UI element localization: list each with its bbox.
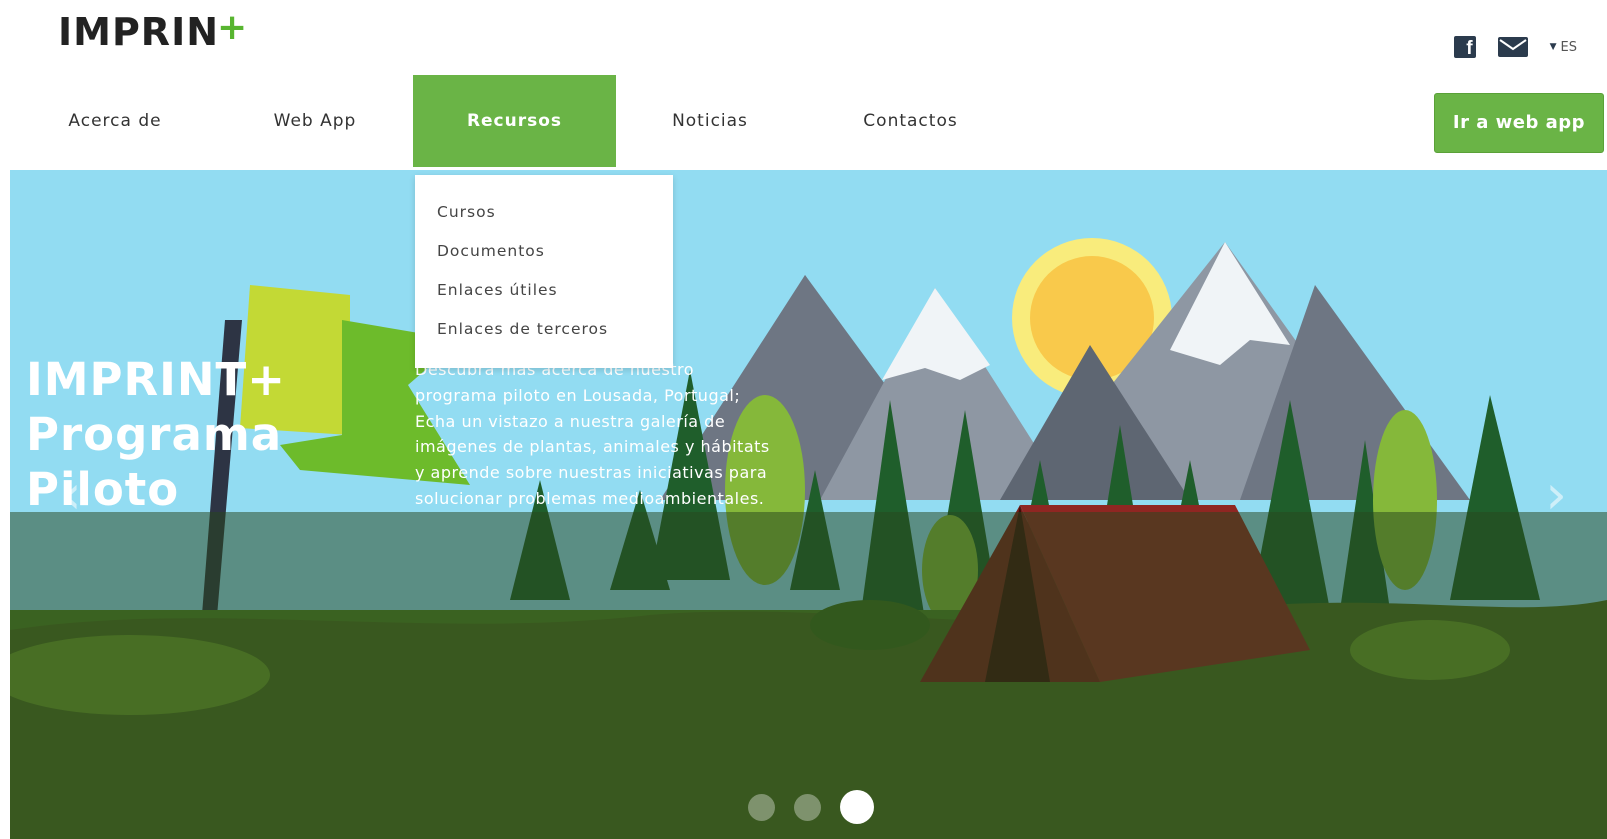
dropdown-item-cursos[interactable]: Cursos — [415, 197, 673, 236]
nav-contactos[interactable]: Contactos — [838, 75, 983, 167]
language-code: ES — [1560, 39, 1577, 55]
nav-noticias[interactable]: Noticias — [640, 75, 780, 167]
language-selector[interactable]: ▼ ES — [1550, 40, 1577, 55]
facebook-icon[interactable]: f — [1453, 36, 1476, 58]
nav-acerca-de[interactable]: Acerca de — [40, 75, 190, 167]
dropdown-item-documentos[interactable]: Documentos — [415, 236, 673, 275]
imprint-logo[interactable]: IMPRIN+ — [58, 7, 249, 54]
caret-down-icon: ▼ — [1549, 42, 1557, 52]
recursos-dropdown: Cursos Documentos Enlaces útiles Enlaces… — [415, 175, 673, 368]
hero-title-line: IMPRINT+ — [26, 353, 286, 406]
header-social: f ▼ ES — [1453, 36, 1577, 58]
dropdown-item-enlaces-terceros[interactable]: Enlaces de terceros — [415, 314, 673, 353]
go-to-web-app-button[interactable]: Ir a web app — [1434, 93, 1604, 153]
carousel-next-icon[interactable]: › — [1537, 468, 1567, 522]
carousel-dot-3[interactable] — [840, 790, 874, 824]
carousel-indicators — [748, 790, 874, 824]
carousel-dot-2[interactable] — [794, 793, 821, 821]
logo-plus: + — [217, 7, 249, 48]
carousel-dot-1[interactable] — [748, 793, 775, 821]
hero-description: Descubra más acerca de nuestro programa … — [415, 360, 770, 508]
logo-text: IMPRIN — [58, 10, 220, 54]
carousel-prev-icon[interactable]: ‹ — [60, 468, 90, 522]
nav-web-app[interactable]: Web App — [240, 75, 390, 167]
envelope-icon[interactable] — [1497, 37, 1528, 57]
nav-recursos[interactable]: Recursos — [413, 75, 616, 167]
hero-title-line: Programa — [26, 408, 283, 461]
dropdown-item-enlaces-utiles[interactable]: Enlaces útiles — [415, 275, 673, 314]
